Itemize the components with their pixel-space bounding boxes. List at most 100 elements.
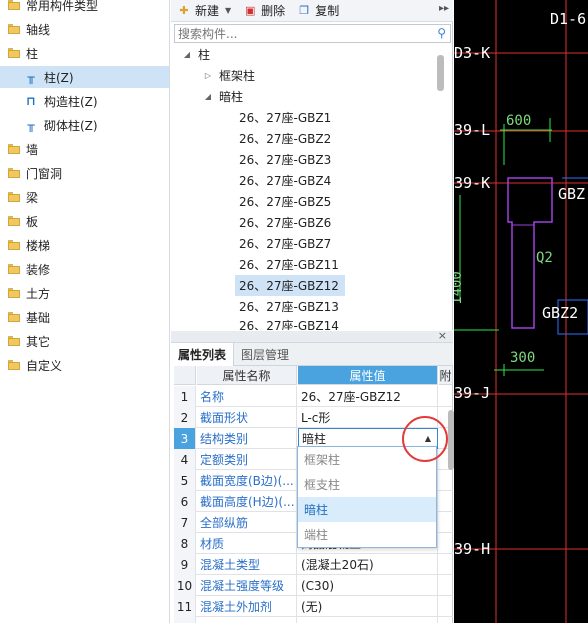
- tab-property-list[interactable]: 属性列表: [171, 343, 235, 366]
- cad-dimension-label: 300: [510, 350, 536, 366]
- property-name: 名称: [197, 386, 297, 407]
- category-beam[interactable]: 梁: [0, 186, 169, 208]
- row-number: 9: [174, 554, 196, 575]
- tree-item[interactable]: 26、27座-GBZ6: [235, 212, 335, 233]
- attach-cell: [439, 470, 453, 491]
- property-name: 结构类别: [197, 428, 297, 449]
- tree-item-label: 26、27座-GBZ5: [239, 195, 332, 209]
- tree-item[interactable]: 26、27座-GBZ7: [235, 233, 335, 254]
- table-row[interactable]: 9 混凝土类型 (混凝土20石): [174, 554, 453, 575]
- category-stairs[interactable]: 楼梯: [0, 234, 169, 256]
- tree-item[interactable]: 26、27座-GBZ13: [235, 296, 343, 317]
- category-label: 土方: [26, 286, 51, 301]
- row-number: 11: [174, 596, 196, 617]
- tab-layer-management[interactable]: 图层管理: [234, 343, 296, 366]
- row-number: [174, 617, 196, 623]
- category-label: 常用构件类型: [26, 0, 99, 13]
- tree-group-frame-column[interactable]: ▷ 框架柱: [203, 65, 255, 86]
- header-property-value[interactable]: 属性值: [298, 366, 438, 385]
- category-label: 柱: [26, 46, 39, 61]
- table-row[interactable]: 10 混凝土强度等级 (C30): [174, 575, 453, 596]
- row-number: 5: [174, 470, 196, 491]
- folder-icon: [8, 288, 20, 298]
- property-value[interactable]: [298, 617, 438, 623]
- tree-item[interactable]: 26、27座-GBZ4: [235, 170, 335, 191]
- collapsed-icon[interactable]: ▷: [203, 71, 213, 80]
- category-decoration[interactable]: 装修: [0, 258, 169, 280]
- category-label: 自定义: [26, 358, 63, 373]
- category-slab[interactable]: 板: [0, 210, 169, 232]
- category-openings[interactable]: 门窗洞: [0, 162, 169, 184]
- table-row[interactable]: [174, 617, 453, 623]
- property-value[interactable]: (无): [298, 596, 438, 617]
- attach-cell: [439, 554, 453, 575]
- cad-axis-label: D1-6: [550, 10, 587, 28]
- property-name: 截面形状: [197, 407, 297, 428]
- component-type-panel: 常用构件类型 轴线 柱 ╥ 柱(Z) ⊓ 构造柱(Z) ╥ 砌体柱(Z) 墙 门…: [0, 0, 170, 623]
- category-label: 砌体柱(Z): [44, 118, 98, 133]
- tree-root-column[interactable]: ◢ 柱: [182, 44, 210, 65]
- copy-button[interactable]: ❐ 复制: [291, 1, 345, 21]
- chevron-down-icon[interactable]: ▼: [225, 6, 231, 15]
- property-value[interactable]: 26、27座-GBZ12: [298, 386, 438, 407]
- option-hidden-column[interactable]: 暗柱: [298, 497, 436, 522]
- tree-item-label: 26、27座-GBZ14: [239, 319, 339, 330]
- search-icon[interactable]: ⚲: [437, 26, 446, 40]
- option-end-column[interactable]: 端柱: [298, 522, 436, 547]
- category-earthwork[interactable]: 土方: [0, 282, 169, 304]
- search-input[interactable]: [175, 25, 425, 42]
- tree-item[interactable]: 26、27座-GBZ2: [235, 128, 335, 149]
- table-row[interactable]: 1 名称 26、27座-GBZ12: [174, 386, 453, 407]
- column-icon: ╥: [27, 70, 35, 84]
- row-number: 2: [174, 407, 196, 428]
- attach-cell: [439, 596, 453, 617]
- folder-open-icon: [8, 48, 20, 58]
- folder-icon: [8, 264, 20, 274]
- property-name: 材质: [197, 533, 297, 554]
- category-constructional-column[interactable]: ⊓ 构造柱(Z): [0, 90, 169, 112]
- attach-cell: [439, 533, 453, 554]
- category-label: 板: [26, 214, 39, 229]
- header-attach[interactable]: 附: [439, 366, 453, 385]
- tree-item-label: 26、27座-GBZ6: [239, 216, 332, 230]
- close-icon[interactable]: ×: [438, 329, 447, 342]
- tree-item-label: 26、27座-GBZ7: [239, 237, 332, 251]
- tree-item[interactable]: 26、27座-GBZ5: [235, 191, 335, 212]
- tree-item[interactable]: 26、27座-GBZ11: [235, 254, 343, 275]
- option-transfer-column[interactable]: 框支柱: [298, 472, 436, 497]
- category-masonry-column[interactable]: ╥ 砌体柱(Z): [0, 114, 169, 136]
- category-column-z[interactable]: ╥ 柱(Z): [0, 66, 169, 88]
- expanded-icon[interactable]: ◢: [182, 50, 192, 59]
- tree-item-selected[interactable]: 26、27座-GBZ12: [235, 275, 345, 296]
- category-other[interactable]: 其它: [0, 330, 169, 352]
- header-property-name[interactable]: 属性名称: [197, 366, 297, 385]
- property-name: 定额类别: [197, 449, 297, 470]
- category-common[interactable]: 常用构件类型: [0, 0, 169, 16]
- category-foundation[interactable]: 基础: [0, 306, 169, 328]
- component-list-scrollbar[interactable]: [437, 55, 444, 91]
- tree-item[interactable]: 26、27座-GBZ3: [235, 149, 335, 170]
- more-icon[interactable]: ▸▸: [439, 3, 449, 14]
- tree-item[interactable]: 26、27座-GBZ1: [235, 107, 335, 128]
- category-column[interactable]: 柱: [0, 42, 169, 64]
- cad-component-label: GBZ: [558, 185, 586, 203]
- table-row[interactable]: 11 混凝土外加剂 (无): [174, 596, 453, 617]
- delete-button[interactable]: ▣ 删除: [237, 1, 291, 21]
- property-name: 混凝土外加剂: [197, 596, 297, 617]
- category-axis[interactable]: 轴线: [0, 18, 169, 40]
- cad-dimension-label: 600: [506, 113, 532, 129]
- cad-dimension-label: 1400: [454, 271, 465, 305]
- cad-canvas[interactable]: D1-6 D3-K 39-L 600 39-K GBZ Q2 1400 GBZ2…: [454, 0, 588, 623]
- property-value[interactable]: (C30): [298, 575, 438, 596]
- tree-group-hidden-column[interactable]: ◢ 暗柱: [203, 86, 243, 107]
- cad-wall-label: Q2: [536, 250, 553, 266]
- category-label: 柱(Z): [44, 70, 74, 85]
- new-button[interactable]: ✚ 新建 ▼: [171, 1, 237, 21]
- tree-item-label: 26、27座-GBZ4: [239, 174, 332, 188]
- tree-item[interactable]: 26、27座-GBZ14: [235, 317, 343, 330]
- expanded-icon[interactable]: ◢: [203, 92, 213, 101]
- category-custom[interactable]: 自定义: [0, 354, 169, 376]
- category-wall[interactable]: 墙: [0, 138, 169, 160]
- copy-icon: ❐: [299, 4, 310, 17]
- property-value[interactable]: (混凝土20石): [298, 554, 438, 575]
